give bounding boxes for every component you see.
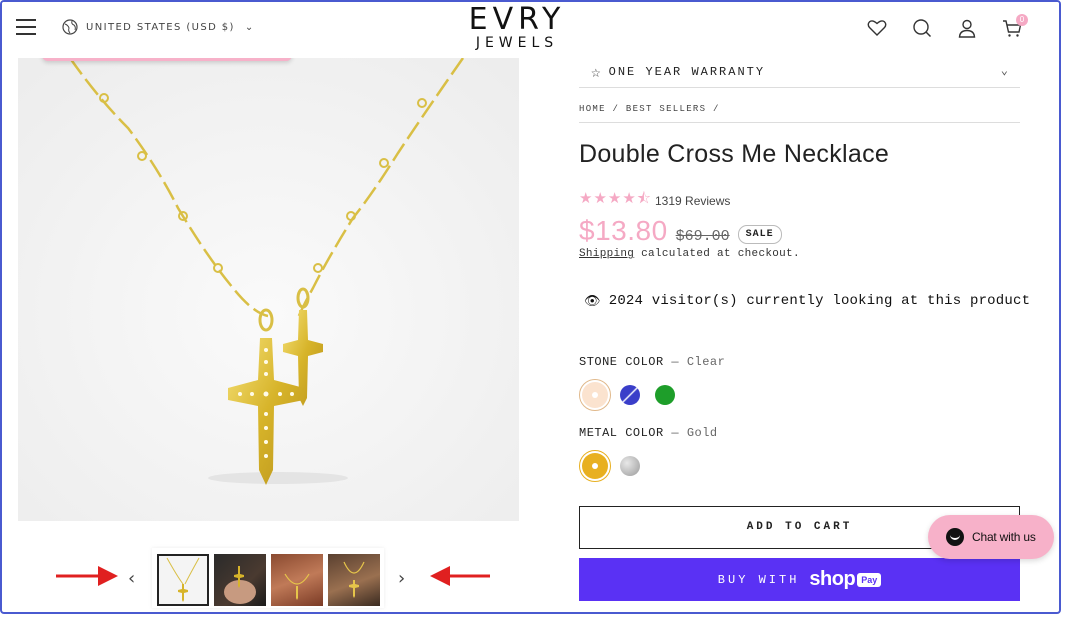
sale-badge: SALE: [737, 225, 782, 244]
separator: —: [671, 355, 680, 369]
shop-pay-button[interactable]: BUY WITH shop Pay: [579, 558, 1020, 601]
neck-thumbnail-image: [343, 561, 365, 598]
necklace-thumbnail-image: [166, 557, 200, 602]
eye-icon: 👁: [584, 293, 601, 309]
chat-label: Chat with us: [972, 530, 1036, 544]
chat-bubble-icon: [946, 528, 964, 546]
shipping-link[interactable]: Shipping: [579, 248, 634, 260]
logo-bottom: JEWELS: [475, 35, 559, 51]
compare-at-price: $69.00: [675, 228, 730, 245]
site-logo[interactable]: EVRY JEWELS: [452, 2, 582, 51]
shop-logo: shop: [809, 568, 856, 590]
shipping-note: Shipping calculated at checkout.: [579, 248, 800, 260]
stone-color-label: STONE COLOR — Clear: [579, 355, 725, 369]
product-title: Double Cross Me Necklace: [579, 140, 890, 168]
globe-icon: [62, 19, 78, 35]
stone-color-title: STONE COLOR: [579, 355, 664, 369]
gallery-next-button[interactable]: ›: [398, 568, 405, 589]
thumbnail-3[interactable]: [271, 554, 323, 606]
thumbnail-strip: [152, 548, 384, 608]
country-label: UNITED STATES (USD $): [86, 21, 235, 33]
chat-widget-button[interactable]: Chat with us: [928, 515, 1054, 559]
swatch-metal-silver[interactable]: [620, 456, 640, 476]
swatch-stone-green[interactable]: [655, 385, 675, 405]
necklace-image: [18, 58, 519, 521]
breadcrumb[interactable]: HOME / BEST SELLERS /: [579, 104, 1020, 123]
stone-color-value: Clear: [686, 355, 726, 369]
metal-color-label: METAL COLOR — Gold: [579, 426, 718, 440]
thumbnail-4[interactable]: [328, 554, 380, 606]
rating-stars-icon: ★★★★⯪: [579, 190, 652, 207]
site-header: UNITED STATES (USD $) ⌄ EVRY JEWELS 0: [2, 2, 1059, 58]
logo-top: EVRY: [468, 2, 566, 37]
visitor-text: 2024 visitor(s) currently looking at thi…: [608, 293, 1031, 309]
country-selector[interactable]: UNITED STATES (USD $) ⌄: [62, 19, 255, 35]
selected-dot: [592, 463, 598, 469]
product-main-image[interactable]: [18, 58, 519, 521]
swatch-stone-blue[interactable]: [620, 385, 640, 405]
metal-color-title: METAL COLOR: [579, 426, 664, 440]
warranty-accordion[interactable]: ☆ ONE YEAR WARRANTY ⌄: [579, 56, 1020, 88]
visitor-counter: 👁 2024 visitor(s) currently looking at t…: [584, 293, 1030, 309]
separator: —: [671, 426, 680, 440]
product-rating[interactable]: ★★★★⯪ 1319 Reviews: [579, 188, 730, 213]
metal-color-value: Gold: [686, 426, 718, 440]
chevron-down-icon: ⌄: [1000, 64, 1008, 78]
annotation-arrow-left: [430, 566, 490, 586]
heart-icon[interactable]: [866, 17, 888, 39]
buy-with-label: BUY WITH: [717, 572, 800, 587]
sale-price: $13.80: [579, 215, 668, 246]
account-icon[interactable]: [956, 17, 978, 39]
search-icon[interactable]: [911, 17, 933, 39]
star-outline-icon: ☆: [591, 63, 601, 82]
thumbnail-1[interactable]: [157, 554, 209, 606]
menu-icon[interactable]: [16, 19, 36, 35]
pay-badge: Pay: [857, 572, 882, 587]
hand-thumbnail-image: [224, 566, 256, 604]
gallery-prev-button[interactable]: ‹: [128, 568, 135, 589]
model-thumbnail-image: [284, 573, 310, 600]
browser-frame: UNITED STATES (USD $) ⌄ EVRY JEWELS 0 ‹ …: [0, 0, 1061, 614]
cart-count-badge: 0: [1016, 14, 1028, 26]
price-row: $13.80 $69.00 SALE: [579, 215, 782, 248]
selected-dot: [592, 392, 598, 398]
shipping-text: calculated at checkout.: [634, 248, 800, 260]
review-count: 1319 Reviews: [655, 193, 731, 208]
chevron-down-icon: ⌄: [244, 21, 255, 33]
annotation-arrow-right: [56, 566, 118, 586]
warranty-label: ONE YEAR WARRANTY: [608, 64, 766, 79]
thumbnail-2[interactable]: [214, 554, 266, 606]
